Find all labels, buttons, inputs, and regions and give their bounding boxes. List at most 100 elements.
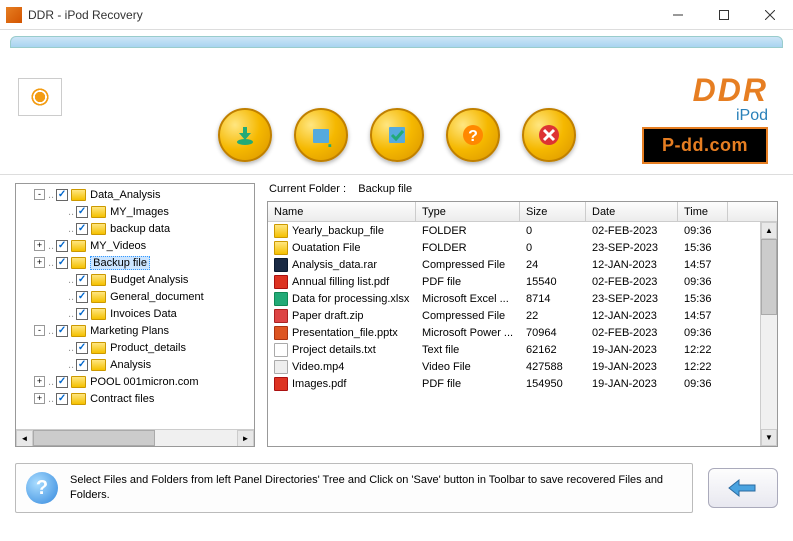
tree-item-label: Contract files xyxy=(90,393,154,405)
back-arrow-icon xyxy=(727,478,759,498)
folder-icon xyxy=(71,393,86,405)
close-button[interactable] xyxy=(747,0,793,30)
table-vscrollbar[interactable]: ▲ ▼ xyxy=(760,222,777,446)
tree-item[interactable]: +..MY_Videos xyxy=(18,237,252,254)
column-type[interactable]: Type xyxy=(416,202,520,221)
tree-checkbox[interactable] xyxy=(76,274,88,286)
folder-icon xyxy=(91,206,106,218)
header-toolbar: ? DDR iPod P-dd.com xyxy=(0,30,793,175)
file-name: Yearly_backup_file xyxy=(292,224,384,236)
tree-expand-icon xyxy=(54,308,65,319)
scroll-left-icon[interactable]: ◄ xyxy=(16,430,33,447)
select-button[interactable] xyxy=(370,108,424,162)
cancel-button[interactable] xyxy=(522,108,576,162)
tree-item[interactable]: ..backup data xyxy=(18,220,252,237)
pdf-icon xyxy=(274,377,288,391)
tree-expand-icon[interactable]: + xyxy=(34,393,45,404)
tree-expand-icon[interactable]: + xyxy=(34,240,45,251)
table-row[interactable]: Video.mp4Video File42758819-JAN-202312:2… xyxy=(268,358,777,375)
folder-icon xyxy=(91,223,106,235)
tree-checkbox[interactable] xyxy=(56,240,68,252)
table-row[interactable]: Ouatation FileFOLDER023-SEP-202315:36 xyxy=(268,239,777,256)
brand-sub: iPod xyxy=(693,107,768,125)
tree-item[interactable]: +..Contract files xyxy=(18,390,252,407)
column-date[interactable]: Date xyxy=(586,202,678,221)
open-button[interactable] xyxy=(294,108,348,162)
tree-checkbox[interactable] xyxy=(56,376,68,388)
minimize-button[interactable] xyxy=(655,0,701,30)
file-size: 15540 xyxy=(520,276,586,288)
tree-expand-icon[interactable]: + xyxy=(34,257,45,268)
column-size[interactable]: Size xyxy=(520,202,586,221)
tree-item[interactable]: ..Invoices Data xyxy=(18,305,252,322)
table-row[interactable]: Images.pdfPDF file15495019-JAN-202309:36 xyxy=(268,375,777,392)
tree-scroll[interactable]: -..Data_Analysis..MY_Images..backup data… xyxy=(16,184,254,429)
tree-expand-icon[interactable]: - xyxy=(34,189,45,200)
tree-expand-icon xyxy=(54,274,65,285)
current-folder-value: Backup file xyxy=(358,183,412,195)
tree-expand-icon xyxy=(54,291,65,302)
file-time: 12:22 xyxy=(678,361,728,373)
tree-item[interactable]: +..POOL 001micron.com xyxy=(18,373,252,390)
table-row[interactable]: Yearly_backup_fileFOLDER002-FEB-202309:3… xyxy=(268,222,777,239)
tree-checkbox[interactable] xyxy=(56,189,68,201)
scroll-up-icon[interactable]: ▲ xyxy=(761,222,777,239)
tree-item[interactable]: ..Analysis xyxy=(18,356,252,373)
tree-checkbox[interactable] xyxy=(76,206,88,218)
table-row[interactable]: Analysis_data.rarCompressed File2412-JAN… xyxy=(268,256,777,273)
hscroll-thumb[interactable] xyxy=(33,430,155,446)
tree-checkbox[interactable] xyxy=(76,291,88,303)
file-time: 14:57 xyxy=(678,259,728,271)
folder-icon xyxy=(71,257,86,269)
back-button[interactable] xyxy=(708,468,778,508)
tree-checkbox[interactable] xyxy=(76,342,88,354)
table-row[interactable]: Presentation_file.pptxMicrosoft Power ..… xyxy=(268,324,777,341)
file-name: Video.mp4 xyxy=(292,360,344,372)
file-size: 0 xyxy=(520,225,586,237)
help-button[interactable]: ? xyxy=(446,108,500,162)
file-date: 02-FEB-2023 xyxy=(586,327,678,339)
folder-icon xyxy=(91,342,106,354)
column-name[interactable]: Name xyxy=(268,202,416,221)
info-icon: ? xyxy=(26,472,58,504)
window-controls xyxy=(655,0,793,30)
tree-checkbox[interactable] xyxy=(56,257,68,269)
tree-checkbox[interactable] xyxy=(76,223,88,235)
column-time[interactable]: Time xyxy=(678,202,728,221)
tree-item[interactable]: ..Product_details xyxy=(18,339,252,356)
tree-expand-icon[interactable]: + xyxy=(34,376,45,387)
current-folder-caption: Current Folder : xyxy=(269,183,346,195)
maximize-button[interactable] xyxy=(701,0,747,30)
table-header: Name Type Size Date Time xyxy=(268,202,777,222)
tree-expand-icon[interactable]: - xyxy=(34,325,45,336)
tree-expand-icon xyxy=(54,342,65,353)
tree-checkbox[interactable] xyxy=(56,393,68,405)
tree-checkbox[interactable] xyxy=(76,359,88,371)
tree-item[interactable]: ..MY_Images xyxy=(18,203,252,220)
tree-hscrollbar[interactable]: ◄ ► xyxy=(16,429,254,446)
file-type: Microsoft Excel ... xyxy=(416,293,520,305)
tree-item[interactable]: -..Data_Analysis xyxy=(18,186,252,203)
table-row[interactable]: Project details.txtText file6216219-JAN-… xyxy=(268,341,777,358)
table-row[interactable]: Paper draft.zipCompressed File2212-JAN-2… xyxy=(268,307,777,324)
ppt-icon xyxy=(274,326,288,340)
file-date: 12-JAN-2023 xyxy=(586,310,678,322)
save-button[interactable] xyxy=(218,108,272,162)
scroll-right-icon[interactable]: ► xyxy=(237,430,254,447)
vscroll-thumb[interactable] xyxy=(761,239,777,315)
scroll-down-icon[interactable]: ▼ xyxy=(761,429,777,446)
app-icon xyxy=(6,7,22,23)
tree-item-label: MY_Videos xyxy=(90,240,146,252)
tree-item[interactable]: ..General_document xyxy=(18,288,252,305)
tree-checkbox[interactable] xyxy=(76,308,88,320)
folder-icon xyxy=(91,308,106,320)
file-size: 8714 xyxy=(520,293,586,305)
table-row[interactable]: Annual filling list.pdfPDF file1554002-F… xyxy=(268,273,777,290)
table-row[interactable]: Data for processing.xlsxMicrosoft Excel … xyxy=(268,290,777,307)
tree-item[interactable]: +..Backup file xyxy=(18,254,252,271)
titlebar: DDR - iPod Recovery xyxy=(0,0,793,30)
hint-box: ? Select Files and Folders from left Pan… xyxy=(15,463,693,513)
tree-checkbox[interactable] xyxy=(56,325,68,337)
tree-item[interactable]: ..Budget Analysis xyxy=(18,271,252,288)
tree-item[interactable]: -..Marketing Plans xyxy=(18,322,252,339)
